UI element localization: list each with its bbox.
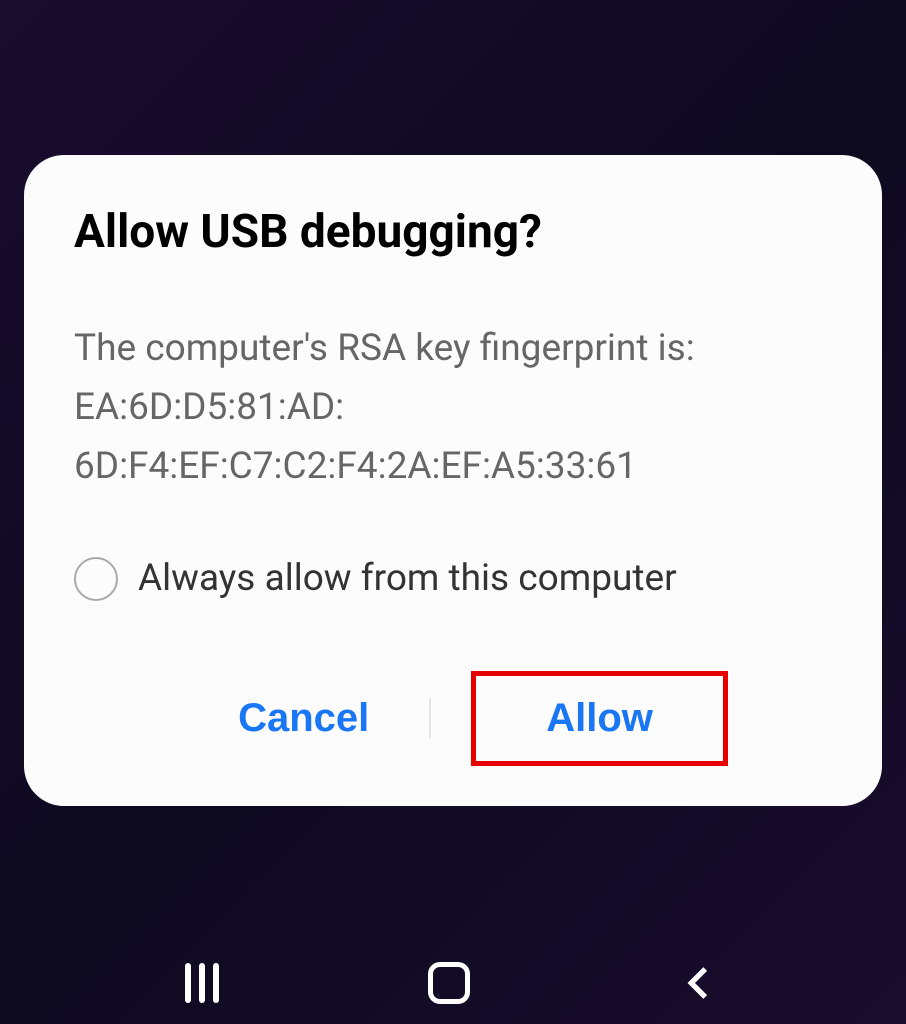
back-button[interactable] [679, 962, 721, 1004]
allow-button-highlight: Allow [471, 671, 728, 766]
home-icon [428, 962, 470, 1004]
dialog-title: Allow USB debugging? [74, 205, 832, 259]
navigation-bar [0, 962, 906, 1004]
dialog-message: The computer's RSA key fingerprint is: E… [74, 319, 832, 497]
recents-icon [185, 963, 219, 1003]
checkbox-icon[interactable] [74, 557, 118, 601]
checkbox-label: Always allow from this computer [138, 557, 677, 600]
dialog-button-row: Cancel Allow [74, 671, 832, 766]
message-line-2: EA:6D:D5:81:AD: [74, 378, 832, 437]
message-line-3: 6D:F4:EF:C7:C2:F4:2A:EF:A5:33:61 [74, 437, 832, 496]
cancel-button[interactable]: Cancel [178, 678, 429, 759]
home-button[interactable] [428, 962, 470, 1004]
recents-button[interactable] [185, 963, 219, 1003]
always-allow-checkbox-row[interactable]: Always allow from this computer [74, 557, 832, 601]
usb-debugging-dialog: Allow USB debugging? The computer's RSA … [24, 155, 882, 806]
allow-button[interactable]: Allow [546, 696, 653, 741]
button-separator [429, 698, 431, 738]
message-line-1: The computer's RSA key fingerprint is: [74, 319, 832, 378]
back-icon [679, 962, 721, 1004]
